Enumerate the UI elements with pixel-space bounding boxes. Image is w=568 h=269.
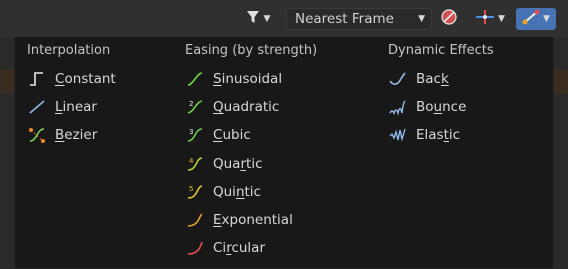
chevron-down-icon: ▼ [543,14,550,24]
svg-text:3: 3 [189,128,193,136]
menu-item-label: Quartic [213,156,263,172]
back-icon [388,70,408,88]
cubic-icon: 3 [185,126,205,144]
svg-text:2: 2 [189,100,193,108]
filter-icon [245,9,261,29]
interpolation-mode-button[interactable]: ▼ [516,8,556,30]
menu-item-sinusoidal[interactable]: Sinusoidal [185,68,282,90]
constant-icon [27,70,47,88]
snap-select[interactable]: Nearest Frame ▼ [286,8,432,30]
menu-item-constant[interactable]: Constant [27,68,116,90]
quartic-icon: 4 [185,155,205,173]
sinusoidal-icon [185,70,205,88]
menu-item-label: Bounce [416,99,467,115]
menu-item-bezier[interactable]: Bezier [27,124,97,146]
menu-item-cubic[interactable]: 3 Cubic [185,124,251,146]
no-entry-icon [440,8,458,30]
graph-editor: 190 220 340 ▼ Nearest Frame ▼ [0,0,568,269]
menu-item-label: Sinusoidal [213,71,283,87]
proportional-editing-toggle[interactable] [437,8,461,30]
menu-item-linear[interactable]: Linear [27,96,97,118]
elastic-icon [388,126,408,144]
exponential-icon [185,211,205,229]
interpolation-icon [522,9,540,29]
menu-item-exponential[interactable]: Exponential [185,209,293,231]
menu-item-label: Cubic [213,127,251,143]
menu-item-label: Bezier [55,127,98,143]
menu-item-label: Elastic [416,127,461,143]
circular-icon [185,239,205,257]
chevron-down-icon: ▼ [418,14,425,24]
menu-item-quintic[interactable]: 5 Quintic [185,181,261,203]
interpolation-heading: Interpolation [27,43,111,58]
menu-item-label: Circular [213,240,266,256]
menu-item-label: Back [416,71,449,87]
pivot-icon [475,9,495,29]
menu-item-bounce[interactable]: Bounce [388,96,466,118]
menu-item-quadratic[interactable]: 2 Quadratic [185,96,279,118]
chevron-down-icon: ▼ [263,14,271,24]
pivot-dropdown[interactable]: ▼ [468,8,512,30]
filter-dropdown[interactable]: ▼ [236,8,279,30]
svg-text:4: 4 [189,157,194,165]
menu-item-circular[interactable]: Circular [185,237,265,259]
menu-item-label: Quadratic [213,99,280,115]
menu-item-label: Quintic [213,184,261,200]
easing-heading: Easing (by strength) [185,43,318,58]
editor-header: ▼ Nearest Frame ▼ ▼ ▼ [0,0,568,37]
dynamic-effects-heading: Dynamic Effects [388,43,494,58]
menu-item-quartic[interactable]: 4 Quartic [185,153,263,175]
interpolation-menu: Interpolation Constant Linear Bezier Eas… [14,37,554,269]
quadratic-icon: 2 [185,98,205,116]
svg-text:5: 5 [189,185,193,193]
menu-item-label: Linear [55,99,97,115]
menu-item-back[interactable]: Back [388,68,449,90]
menu-item-label: Constant [55,71,116,87]
bounce-icon [388,98,408,116]
menu-item-elastic[interactable]: Elastic [388,124,460,146]
bezier-icon [27,126,47,144]
chevron-down-icon: ▼ [498,14,505,24]
snap-value: Nearest Frame [295,11,394,27]
menu-item-label: Exponential [213,212,293,228]
quintic-icon: 5 [185,183,205,201]
linear-icon [27,98,47,116]
